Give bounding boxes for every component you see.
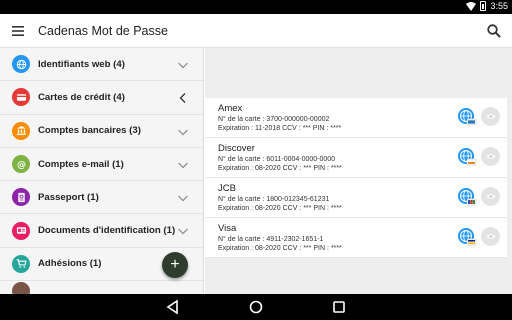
card-name: Amex	[218, 103, 243, 114]
passport-icon	[12, 188, 30, 207]
credit-card-item[interactable]: JCB N° de la carte : 1800-012345-61231 E…	[205, 178, 507, 218]
category-item-email-accounts[interactable]: @ Comptes e-mail (1)	[0, 148, 203, 182]
credit-card-icon	[12, 88, 30, 107]
category-label: Comptes e-mail (1)	[38, 158, 124, 170]
eye-icon	[486, 234, 495, 239]
bank-icon	[12, 121, 30, 140]
status-icons: 3:55	[466, 1, 508, 11]
card-name: Discover	[218, 143, 255, 154]
credit-card-item[interactable]: Amex N° de la carte : 3700-000000-00002 …	[205, 98, 507, 138]
wifi-icon	[466, 2, 477, 11]
view-button[interactable]	[481, 187, 500, 206]
view-button[interactable]	[481, 227, 500, 246]
card-number: N° de la carte : 1800-012345-61231	[218, 196, 330, 203]
category-item-partial[interactable]	[0, 281, 203, 294]
card-expiration: Expiration : 08-2020 CCV : *** PIN : ***…	[218, 165, 342, 172]
status-bar: 3:55	[0, 0, 512, 14]
credit-card-item[interactable]: Discover N° de la carte : 6011-0004-0000…	[205, 138, 507, 178]
open-website-icon[interactable]	[457, 147, 477, 167]
category-item-credit-cards[interactable]: Cartes de crédit (4)	[0, 81, 203, 115]
open-website-icon[interactable]	[457, 187, 477, 207]
category-label: Comptes bancaires (3)	[38, 125, 141, 137]
chevron-down-icon[interactable]	[177, 159, 189, 171]
view-button[interactable]	[481, 147, 500, 166]
card-expiration: Expiration : 08-2020 CCV : *** PIN : ***…	[218, 205, 342, 212]
add-button[interactable]: +	[162, 252, 188, 278]
at-icon: @	[12, 155, 30, 174]
card-number: N° de la carte : 3700-000000-00002	[218, 116, 330, 123]
eye-icon	[486, 154, 495, 159]
search-icon[interactable]	[486, 23, 502, 39]
category-label: Passeport (1)	[38, 191, 99, 203]
card-number: N° de la carte : 6011-0004-0000-0000	[218, 156, 336, 163]
open-website-icon[interactable]	[457, 107, 477, 127]
category-item-id-documents[interactable]: Documents d'identification (1)	[0, 214, 203, 248]
hamburger-icon	[12, 25, 24, 36]
back-icon[interactable]	[165, 299, 181, 315]
category-label: Cartes de crédit (4)	[38, 91, 125, 103]
credit-card-item[interactable]: Visa N° de la carte : 4911-2302-1651-1 E…	[205, 218, 507, 258]
globe-icon	[12, 55, 30, 74]
svg-text:@: @	[16, 159, 25, 169]
app-bar: Cadenas Mot de Passe	[0, 14, 512, 48]
card-expiration: Expiration : 08-2020 CCV : *** PIN : ***…	[218, 245, 342, 252]
chevron-down-icon[interactable]	[177, 225, 189, 237]
card-number: N° de la carte : 4911-2302-1651-1	[218, 236, 324, 243]
chevron-down-icon[interactable]	[177, 59, 189, 71]
credit-card-list: Amex N° de la carte : 3700-000000-00002 …	[205, 98, 507, 258]
credit-card-list-panel: Amex N° de la carte : 3700-000000-00002 …	[205, 48, 512, 294]
chevron-down-icon[interactable]	[177, 192, 189, 204]
card-expiration: Expiration : 11-2018 CCV : *** PIN : ***…	[218, 125, 342, 132]
menu-button[interactable]	[0, 14, 36, 48]
eye-icon	[486, 194, 495, 199]
category-item-passport[interactable]: Passeport (1)	[0, 181, 203, 215]
card-name: Visa	[218, 223, 237, 234]
app-title: Cadenas Mot de Passe	[38, 23, 168, 38]
recents-icon[interactable]	[331, 299, 347, 315]
view-button[interactable]	[481, 107, 500, 126]
category-label: Documents d'identification (1)	[38, 225, 176, 237]
category-label: Adhésions (1)	[38, 258, 102, 270]
home-icon[interactable]	[248, 299, 264, 315]
category-icon	[12, 281, 30, 294]
category-item-web-logins[interactable]: Identifiants web (4)	[0, 48, 203, 82]
card-name: JCB	[218, 183, 236, 194]
open-website-icon[interactable]	[457, 227, 477, 247]
category-item-bank-accounts[interactable]: Comptes bancaires (3)	[0, 115, 203, 148]
category-label: Identifiants web (4)	[38, 58, 125, 70]
eye-icon	[486, 114, 495, 119]
id-card-icon	[12, 221, 30, 240]
status-time: 3:55	[490, 1, 508, 11]
chevron-down-icon[interactable]	[177, 126, 189, 138]
chevron-left-icon[interactable]	[177, 92, 189, 104]
battery-icon	[480, 1, 487, 11]
navigation-bar	[0, 294, 512, 320]
cart-icon	[12, 254, 30, 273]
